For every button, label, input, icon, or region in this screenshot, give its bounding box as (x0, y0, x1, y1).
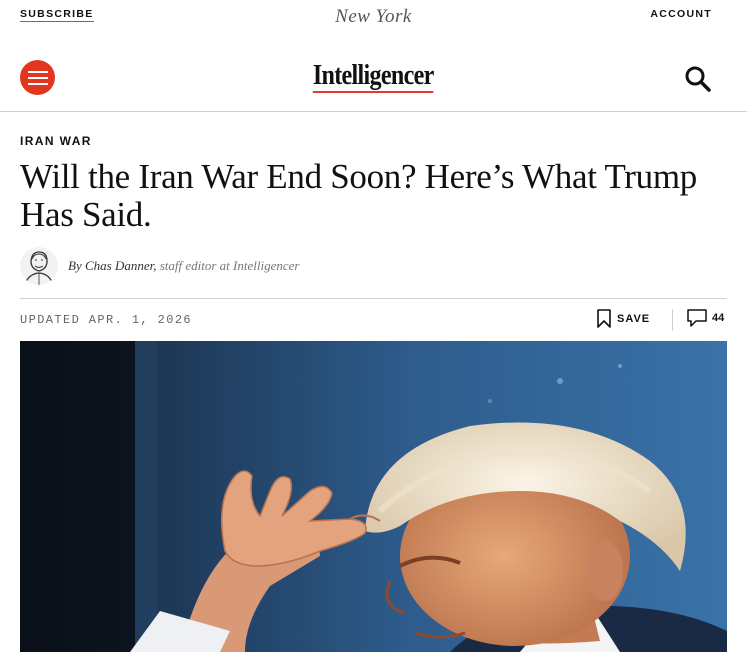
comment-icon (687, 309, 707, 327)
bookmark-icon (597, 309, 611, 328)
hero-image[interactable] (20, 341, 727, 652)
account-link[interactable]: ACCOUNT (650, 8, 712, 20)
actions-divider (672, 309, 673, 331)
byline: By Chas Danner, staff editor at Intellig… (20, 245, 299, 287)
comment-count: 44 (712, 312, 725, 324)
updated-date: UPDATED APR. 1, 2026 (20, 313, 193, 327)
intelligencer-logo[interactable]: Intelligencer (0, 62, 747, 93)
photo-of-trump-saluting (20, 341, 727, 652)
search-icon (685, 66, 711, 92)
search-button[interactable] (684, 65, 712, 93)
comments-button[interactable]: 44 (687, 309, 724, 327)
byline-divider (20, 298, 727, 299)
author-avatar[interactable] (20, 247, 58, 285)
save-label: SAVE (617, 312, 651, 325)
byline-text: By Chas Danner, staff editor at Intellig… (68, 258, 300, 273)
save-button[interactable]: SAVE (597, 309, 650, 328)
article-rubric[interactable]: IRAN WAR (20, 134, 92, 148)
author-role: staff editor at Intelligencer (159, 258, 300, 273)
nav-bar: Intelligencer (0, 50, 747, 110)
new-york-logo[interactable]: New York (0, 6, 747, 28)
byline-prefix: By (68, 258, 82, 273)
article-headline: Will the Iran War End Soon? Here’s What … (20, 157, 697, 234)
author-name[interactable]: Chas Danner (85, 258, 153, 273)
top-bar: SUBSCRIBE New York ACCOUNT (0, 0, 747, 30)
header-divider (0, 111, 747, 112)
